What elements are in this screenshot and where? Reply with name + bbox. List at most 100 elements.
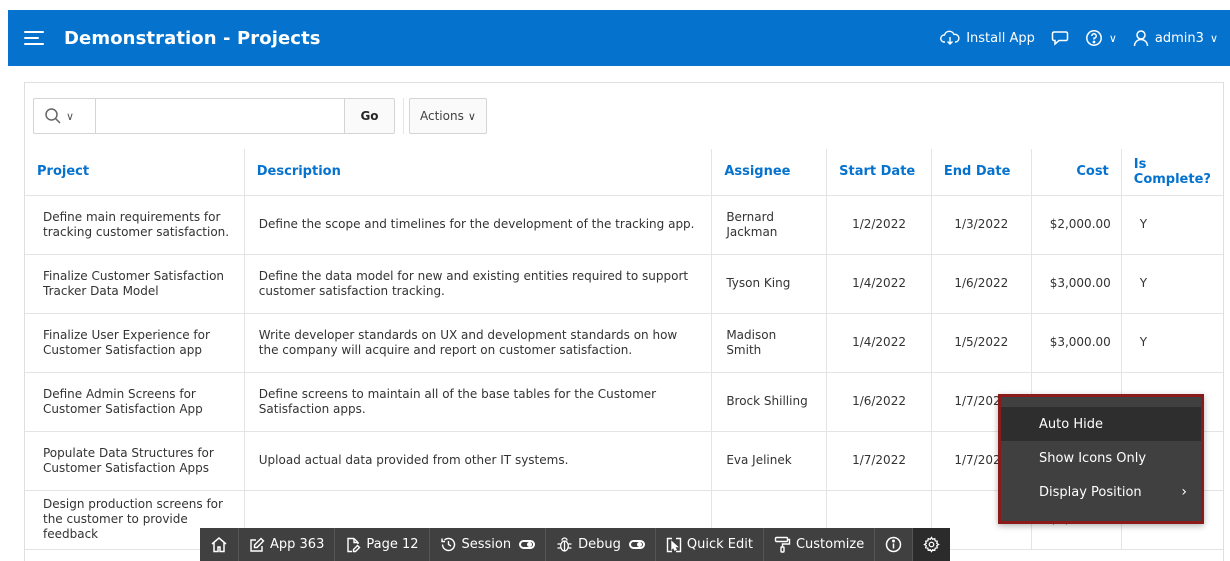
auto-hide-label: Auto Hide — [1039, 416, 1103, 432]
quick-edit-button[interactable]: Quick Edit — [656, 528, 764, 561]
table-header-row: Project Description Assignee Start Date … — [25, 149, 1223, 196]
quick-edit-label: Quick Edit — [686, 537, 753, 552]
app-header: Demonstration - Projects Install App ∨ a… — [8, 10, 1230, 66]
user-menu-button[interactable]: admin3 ∨ — [1133, 29, 1218, 47]
toolbar-separator — [403, 98, 404, 134]
cell-start-date: 1/2/2022 — [826, 195, 932, 255]
cell-end-date: 1/3/2022 — [931, 195, 1032, 255]
column-header-start-date[interactable]: Start Date — [826, 149, 932, 196]
cell-cost: $3,000.00 — [1031, 313, 1122, 373]
table-row: Define main requirements for tracking cu… — [25, 195, 1223, 255]
app-title[interactable]: Demonstration - Projects — [64, 28, 321, 49]
cell-assignee: Brock Shilling — [711, 372, 828, 432]
menu-item-display-position[interactable]: Display Position › — [1001, 475, 1201, 509]
bug-icon — [557, 537, 572, 552]
cell-description: Upload actual data provided from other I… — [244, 431, 713, 491]
cell-description: Define the data model for new and existi… — [244, 254, 713, 314]
menu-icon[interactable] — [24, 27, 44, 49]
cell-description: Define screens to maintain all of the ba… — [244, 372, 713, 432]
customize-label: Customize — [795, 537, 865, 552]
chat-icon — [1051, 31, 1069, 46]
help-menu-button[interactable]: ∨ — [1085, 29, 1117, 47]
help-icon — [1085, 30, 1102, 46]
cell-description: Define the scope and timelines for the d… — [244, 195, 713, 255]
cell-project: Define Admin Screens for Customer Satisf… — [25, 372, 245, 432]
column-header-description[interactable]: Description — [244, 149, 713, 196]
cell-project: Finalize User Experience for Customer Sa… — [25, 313, 245, 373]
cell-end-date: 1/6/2022 — [931, 254, 1032, 314]
cell-assignee: Madison Smith — [711, 313, 828, 373]
toggle-icon — [628, 540, 645, 549]
paint-roller-icon — [774, 536, 791, 553]
install-app-label: Install App — [966, 30, 1035, 46]
search-column-button[interactable]: ∨ — [34, 99, 96, 133]
developer-toolbar: App 363 Page 12 Session Debug Quick Edit… — [200, 528, 951, 561]
show-icons-only-label: Show Icons Only — [1039, 450, 1147, 466]
home-button[interactable] — [200, 528, 239, 561]
cell-assignee: Tyson King — [711, 254, 828, 314]
chevron-down-icon: ∨ — [66, 109, 75, 123]
menu-item-auto-hide[interactable]: Auto Hide — [1001, 407, 1201, 441]
install-app-button[interactable]: Install App — [940, 30, 1035, 46]
search-input[interactable] — [96, 99, 344, 133]
cell-cost: $2,000.00 — [1031, 195, 1122, 255]
column-header-is-complete[interactable]: Is Complete? — [1121, 149, 1223, 196]
edit-icon — [250, 537, 265, 552]
cell-start-date: 1/4/2022 — [826, 254, 932, 314]
report-toolbar: ∨ Go Actions ∨ — [33, 97, 487, 135]
session-label: Session — [461, 537, 512, 552]
page-edit-icon — [347, 537, 361, 552]
session-button[interactable]: Session — [430, 528, 547, 561]
feedback-button[interactable] — [1051, 30, 1069, 46]
cell-end-date: 1/5/2022 — [931, 313, 1032, 373]
info-icon — [885, 536, 902, 553]
column-header-project[interactable]: Project — [25, 149, 245, 196]
gear-icon — [923, 536, 941, 553]
user-name: admin3 — [1154, 30, 1204, 46]
cell-project: Define main requirements for tracking cu… — [25, 195, 245, 255]
actions-menu-button[interactable]: Actions ∨ — [409, 98, 487, 134]
debug-label: Debug — [578, 537, 621, 552]
cell-project: Populate Data Structures for Customer Sa… — [25, 431, 245, 491]
info-button[interactable] — [875, 528, 914, 561]
chevron-right-icon: › — [1181, 484, 1187, 500]
user-icon — [1133, 30, 1149, 47]
app-label: App 363 — [270, 537, 325, 552]
column-header-assignee[interactable]: Assignee — [711, 149, 828, 196]
cell-assignee: Bernard Jackman — [711, 195, 828, 255]
column-header-end-date[interactable]: End Date — [931, 149, 1032, 196]
cell-project: Finalize Customer Satisfaction Tracker D… — [25, 254, 245, 314]
search-group: ∨ Go — [33, 98, 395, 134]
quick-edit-icon — [666, 537, 682, 552]
chevron-down-icon: ∨ — [1209, 31, 1218, 45]
app-builder-button[interactable]: App 363 — [239, 528, 336, 561]
cell-start-date: 1/4/2022 — [826, 313, 932, 373]
page-label: Page 12 — [366, 537, 419, 552]
toggle-icon — [519, 540, 536, 549]
table-row: Finalize User Experience for Customer Sa… — [25, 313, 1223, 373]
cell-is-complete: Y — [1121, 195, 1223, 255]
go-button[interactable]: Go — [344, 99, 394, 133]
chevron-down-icon: ∨ — [1108, 31, 1117, 45]
toolbar-options-menu: Auto Hide Show Icons Only Display Positi… — [998, 394, 1204, 524]
debug-button[interactable]: Debug — [546, 528, 656, 561]
history-icon — [440, 537, 455, 552]
cell-description: Write developer standards on UX and deve… — [244, 313, 713, 373]
menu-item-show-icons-only[interactable]: Show Icons Only — [1001, 441, 1201, 475]
table-row: Finalize Customer Satisfaction Tracker D… — [25, 254, 1223, 314]
customize-button[interactable]: Customize — [764, 528, 876, 561]
display-position-label: Display Position — [1039, 484, 1142, 500]
search-icon — [45, 108, 61, 124]
cell-start-date: 1/7/2022 — [826, 431, 932, 491]
page-designer-button[interactable]: Page 12 — [335, 528, 430, 561]
toolbar-settings-button[interactable] — [913, 528, 951, 561]
actions-label: Actions — [420, 109, 464, 123]
chevron-down-icon: ∨ — [467, 109, 476, 123]
cell-start-date: 1/6/2022 — [826, 372, 932, 432]
column-header-cost[interactable]: Cost — [1031, 149, 1122, 196]
header-actions: Install App ∨ admin3 ∨ — [924, 29, 1230, 47]
cell-assignee: Eva Jelinek — [711, 431, 828, 491]
cloud-download-icon — [940, 30, 960, 45]
home-icon — [211, 537, 227, 553]
cell-is-complete: Y — [1121, 254, 1223, 314]
